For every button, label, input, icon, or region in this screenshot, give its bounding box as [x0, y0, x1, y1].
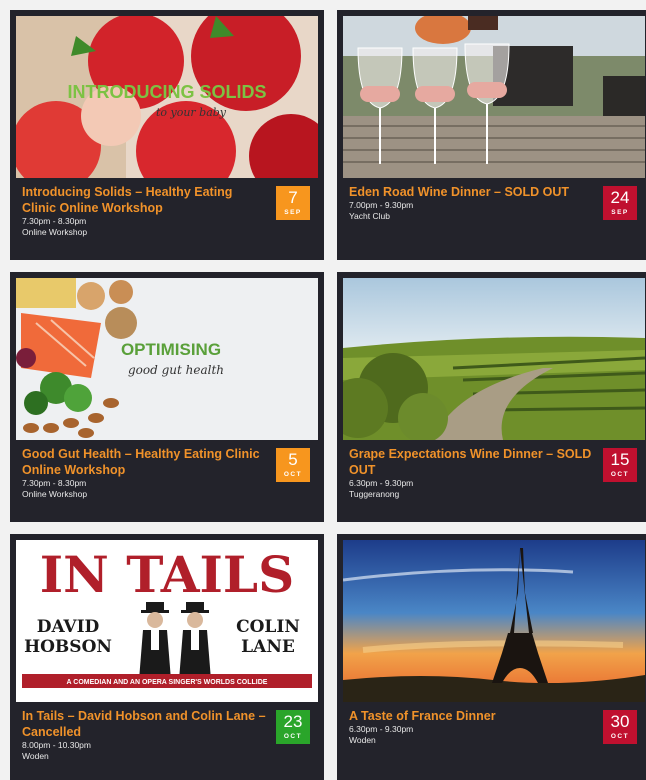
date-day: 7	[288, 188, 298, 207]
event-image-healthy-food[interactable]: OPTIMISING good gut health	[16, 278, 318, 440]
event-time: 7.30pm - 8.30pm	[22, 478, 87, 488]
date-badge: 15 OCT	[603, 448, 637, 482]
poster-name-right-1: COLIN	[236, 617, 300, 637]
event-image-vineyard[interactable]	[343, 278, 645, 440]
date-day: 30	[610, 712, 630, 731]
event-info: Good Gut Health – Healthy Eating Clinic …	[16, 440, 318, 500]
event-venue: Yacht Club	[349, 211, 390, 221]
event-image-eiffel-tower[interactable]	[343, 540, 645, 702]
date-month: OCT	[610, 733, 630, 740]
poster-name-right-2: LANE	[241, 637, 295, 657]
event-card-taste-of-france[interactable]: A Taste of France Dinner 6.30pm - 9.30pm…	[337, 534, 646, 780]
date-day: 23	[283, 712, 303, 731]
event-time: 7.00pm - 9.30pm	[349, 200, 414, 210]
date-badge: 30 OCT	[603, 710, 637, 744]
event-info: Grape Expectations Wine Dinner – SOLD OU…	[343, 440, 645, 500]
event-image-strawberries[interactable]: INTRODUCING SOLIDS to your baby	[16, 16, 318, 178]
date-badge: 23 OCT	[276, 710, 310, 744]
event-card-good-gut-health[interactable]: OPTIMISING good gut health Good Gut Heal…	[10, 272, 324, 522]
event-info: Introducing Solids – Healthy Eating Clin…	[16, 178, 318, 238]
image-heading: OPTIMISING	[121, 340, 221, 359]
event-venue: Tuggeranong	[349, 489, 400, 499]
image-subheading: good gut health	[128, 363, 224, 377]
event-title[interactable]: A Taste of France Dinner	[349, 708, 595, 724]
event-card-eden-road[interactable]: Eden Road Wine Dinner – SOLD OUT 7.00pm …	[337, 10, 646, 260]
event-title[interactable]: Eden Road Wine Dinner – SOLD OUT	[349, 184, 595, 200]
event-card-grape-expectations[interactable]: Grape Expectations Wine Dinner – SOLD OU…	[337, 272, 646, 522]
event-title[interactable]: In Tails – David Hobson and Colin Lane –…	[22, 708, 268, 740]
event-info: Eden Road Wine Dinner – SOLD OUT 7.00pm …	[343, 178, 645, 222]
event-time: 8.00pm - 10.30pm	[22, 740, 91, 750]
date-badge: 5 OCT	[276, 448, 310, 482]
date-month: OCT	[283, 471, 303, 478]
event-title[interactable]: Grape Expectations Wine Dinner – SOLD OU…	[349, 446, 595, 478]
poster-banner: A COMEDIAN AND AN OPERA SINGER'S WORLDS …	[67, 679, 268, 686]
date-badge: 7 SEP	[276, 186, 310, 220]
event-time: 6.30pm - 9.30pm	[349, 724, 414, 734]
date-day: 5	[288, 450, 298, 469]
date-month: SEP	[611, 209, 629, 216]
poster-name-left-2: HOBSON	[24, 637, 112, 657]
event-card-in-tails[interactable]: IN TAILS DAVID HOBSON COLIN LANE A COMED…	[10, 534, 324, 780]
date-month: OCT	[283, 733, 303, 740]
event-venue: Online Workshop	[22, 489, 88, 499]
image-subheading: to your baby	[156, 106, 227, 119]
event-title[interactable]: Introducing Solids – Healthy Eating Clin…	[22, 184, 268, 216]
date-month: OCT	[610, 471, 630, 478]
date-month: SEP	[284, 209, 302, 216]
event-info: In Tails – David Hobson and Colin Lane –…	[16, 702, 318, 762]
event-time: 6.30pm - 9.30pm	[349, 478, 414, 488]
event-time: 7.30pm - 8.30pm	[22, 216, 87, 226]
event-info: A Taste of France Dinner 6.30pm - 9.30pm…	[343, 702, 645, 746]
date-day: 24	[610, 188, 630, 207]
event-venue: Woden	[22, 751, 49, 761]
date-day: 15	[610, 450, 630, 469]
event-card-introducing-solids[interactable]: INTRODUCING SOLIDS to your baby Introduc…	[10, 10, 324, 260]
poster-title: IN TAILS	[40, 545, 294, 604]
event-title[interactable]: Good Gut Health – Healthy Eating Clinic …	[22, 446, 268, 478]
event-image-in-tails-poster[interactable]: IN TAILS DAVID HOBSON COLIN LANE A COMED…	[16, 540, 318, 702]
image-heading: INTRODUCING SOLIDS	[67, 82, 266, 102]
event-venue: Woden	[349, 735, 376, 745]
date-badge: 24 SEP	[603, 186, 637, 220]
poster-name-left-1: DAVID	[37, 617, 100, 637]
event-venue: Online Workshop	[22, 227, 88, 237]
event-image-wine-glasses[interactable]	[343, 16, 645, 178]
